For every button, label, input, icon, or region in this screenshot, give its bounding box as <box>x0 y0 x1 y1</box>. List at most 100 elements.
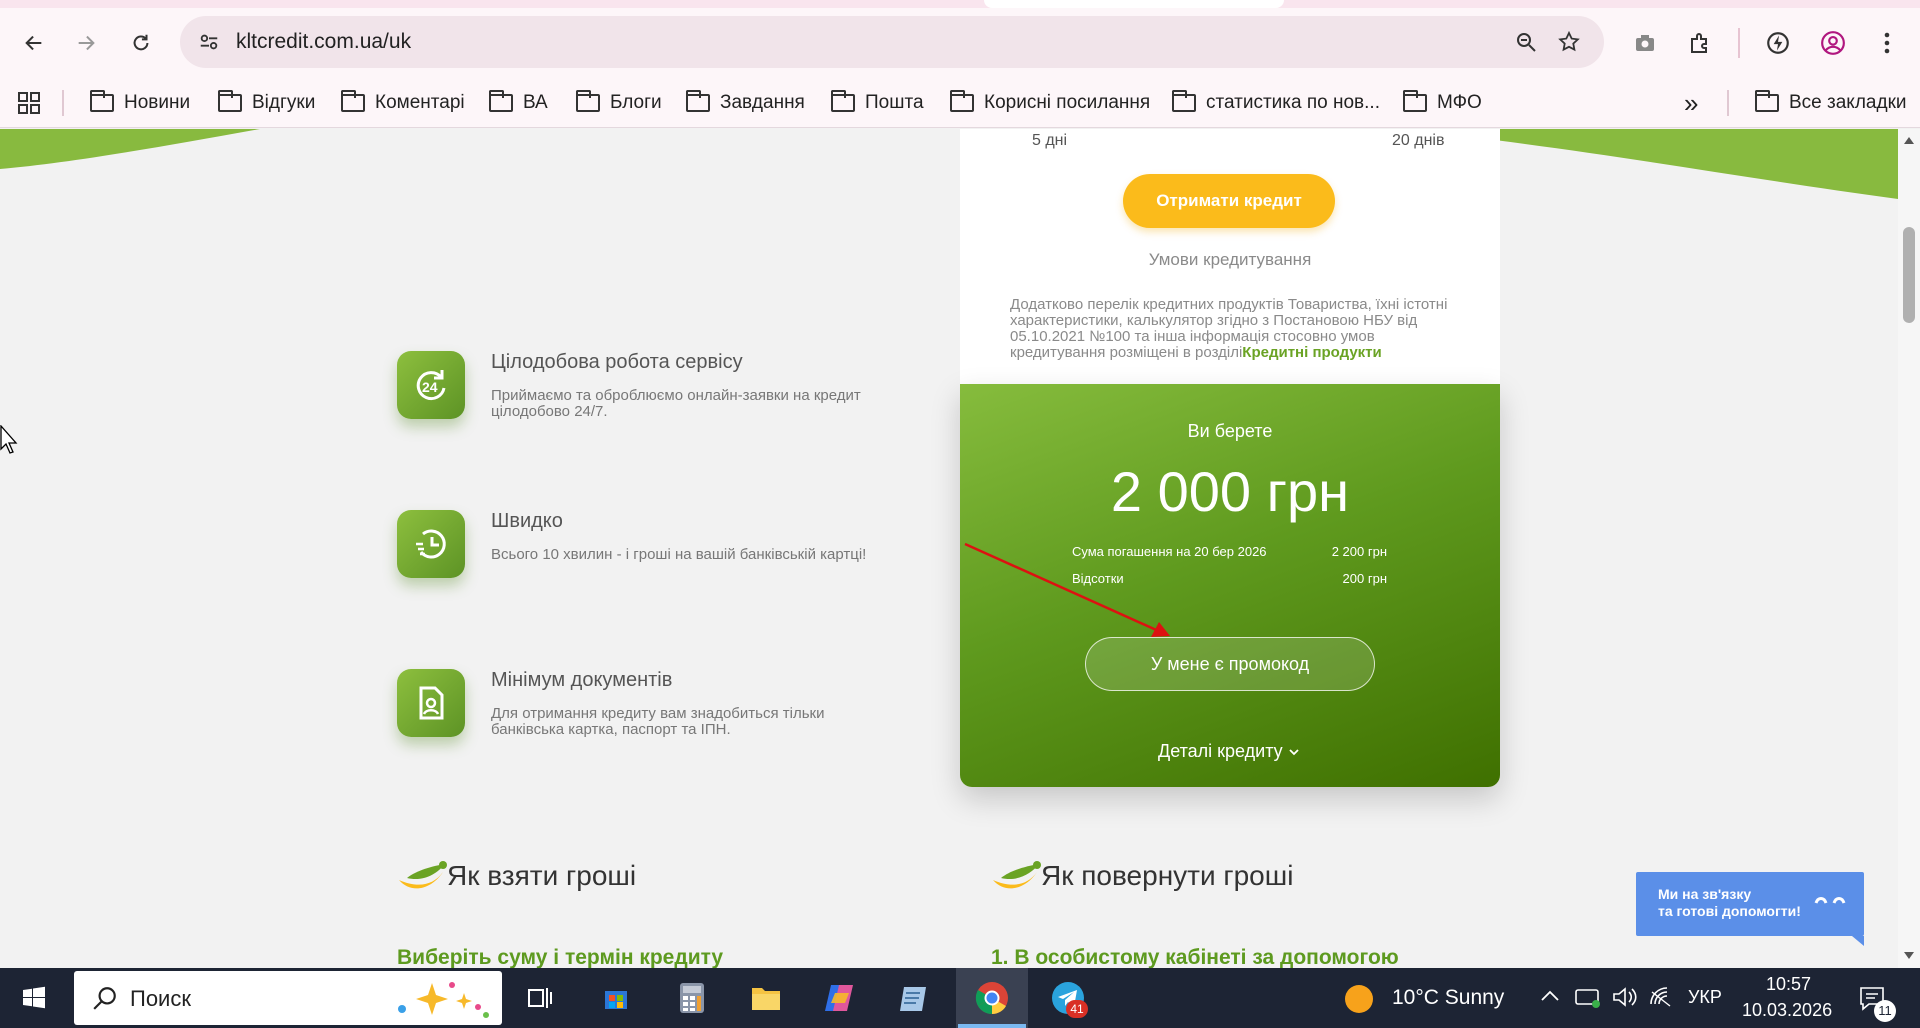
tray-overflow-chevron-icon[interactable] <box>1540 988 1560 1004</box>
wifi-icon[interactable] <box>1648 986 1674 1008</box>
store-icon <box>605 991 627 1009</box>
windows-logo-icon <box>23 986 45 1009</box>
bookmark-folder[interactable]: Блоги <box>576 84 662 122</box>
promo-code-button[interactable]: У мене є промокод <box>1085 637 1375 691</box>
extensions-icon[interactable] <box>1685 28 1715 58</box>
bookmarks-divider <box>62 90 64 116</box>
mouse-cursor-icon <box>0 425 18 454</box>
chat-line-2: та готові допомогти! <box>1658 903 1801 919</box>
folder-icon <box>752 988 780 1010</box>
bookmark-label: статистика по нов... <box>1206 92 1380 113</box>
bookmarks-overflow-button[interactable]: » <box>1684 84 1698 122</box>
camera-icon[interactable] <box>1630 28 1660 58</box>
all-bookmarks-label: Все закладки <box>1789 92 1907 113</box>
bookmark-folder[interactable]: МФО <box>1403 84 1482 122</box>
bookmark-folder[interactable]: Новини <box>90 84 190 122</box>
search-placeholder: Поиск <box>130 986 191 1011</box>
url-text[interactable]: kltcredit.com.ua/uk <box>236 30 411 54</box>
bookmark-folder[interactable]: статистика по нов... <box>1172 84 1380 122</box>
copilot-button[interactable] <box>816 974 864 1022</box>
start-button[interactable] <box>10 974 58 1022</box>
page-scrollbar[interactable] <box>1898 129 1920 968</box>
reload-button[interactable] <box>121 23 161 63</box>
back-button[interactable] <box>14 23 54 63</box>
scrollbar-thumb[interactable] <box>1903 227 1915 323</box>
site-settings-icon[interactable] <box>196 29 222 55</box>
clock-date[interactable]: 10.03.2026 <box>1742 1000 1832 1021</box>
folder-icon <box>686 90 710 112</box>
bookmark-folder[interactable]: Пошта <box>831 84 924 122</box>
windows-taskbar: Поиск 41 10°C Sunny УКР 10:57 10.03.2026 <box>0 968 1920 1028</box>
scroll-down-icon[interactable] <box>1903 951 1915 961</box>
notifications-count: 11 <box>1874 1000 1896 1022</box>
bookmark-folder[interactable]: Корисні посилання <box>950 84 1150 122</box>
telegram-taskbar-button[interactable]: 41 <box>1044 974 1092 1022</box>
how-to-take-step: Виберіть суму і термін кредиту <box>397 946 724 968</box>
credit-products-link[interactable]: Кредитні продукти <box>1242 344 1381 361</box>
bookmark-folder[interactable]: Коментарі <box>341 84 465 122</box>
folder-icon <box>576 90 600 112</box>
address-bar[interactable]: kltcredit.com.ua/uk <box>180 16 1604 68</box>
bookmark-label: Відгуки <box>252 92 316 113</box>
loan-amount: 2 000 грн <box>1110 460 1350 523</box>
active-tab[interactable] <box>984 0 1284 8</box>
folder-icon <box>341 90 365 112</box>
taskbar-search-box[interactable]: Поиск <box>74 971 502 1025</box>
profile-avatar-icon[interactable] <box>1818 28 1848 58</box>
volume-icon[interactable] <box>1612 986 1638 1008</box>
performance-icon[interactable] <box>1763 28 1793 58</box>
clock-time[interactable]: 10:57 <box>1766 974 1811 995</box>
how-to-take-title: Як взяти гроші <box>447 860 637 891</box>
leaf-logo-icon <box>399 861 447 889</box>
terms-link[interactable]: Умови кредитування <box>960 250 1500 270</box>
feature-description: Всього 10 хвилин - і гроші на вашій банк… <box>491 546 867 563</box>
search-icon <box>93 987 116 1010</box>
calculator-app-button[interactable] <box>668 974 716 1022</box>
bookmarks-bar: Новини Відгуки Коментарі ВА Блоги Завдан… <box>0 78 1920 128</box>
folder-icon <box>218 90 242 112</box>
feature-description: Приймаємо та оброблюємо онлайн-заявки на… <box>491 387 861 420</box>
calculator-icon <box>680 983 704 1013</box>
bookmarks-divider <box>1727 90 1729 116</box>
interest-value: 200 грн <box>1342 571 1387 586</box>
chrome-taskbar-button[interactable] <box>968 974 1016 1022</box>
task-view-icon <box>528 988 552 1008</box>
zoom-icon[interactable] <box>1512 28 1540 56</box>
telegram-badge: 41 <box>1066 1000 1088 1018</box>
how-to-return-step: 1. В особистому кабінеті за допомогою <box>991 946 1399 968</box>
feature-clock-icon <box>397 510 465 578</box>
folder-icon <box>1403 90 1427 112</box>
annotation-arrow <box>964 542 1170 637</box>
microsoft-store-button[interactable] <box>592 974 640 1022</box>
apps-grid-icon[interactable] <box>16 90 42 116</box>
chevron-down-icon <box>1289 748 1299 755</box>
language-indicator[interactable]: УКР <box>1688 987 1722 1008</box>
menu-kebab-icon[interactable] <box>1872 28 1902 58</box>
get-credit-button[interactable]: Отримати кредит <box>1123 174 1335 228</box>
network-battery-icon[interactable] <box>1574 986 1602 1008</box>
reload-icon <box>133 34 149 51</box>
all-bookmarks-button[interactable]: Все закладки <box>1755 84 1907 122</box>
support-chat-widget[interactable]: Ми на зв'язку та готові допомогти! <box>1636 872 1864 946</box>
notepad-app-button[interactable] <box>890 974 938 1022</box>
search-highlight-sparkles-icon <box>398 982 489 1018</box>
forward-arrow-icon <box>78 35 95 51</box>
scroll-up-icon[interactable] <box>1903 135 1915 145</box>
svg-text:24: 24 <box>422 379 438 395</box>
forward-button[interactable] <box>66 23 106 63</box>
chat-tail <box>1852 936 1864 946</box>
folder-icon <box>1172 90 1196 112</box>
feature-document-icon <box>397 669 465 737</box>
bookmark-folder[interactable]: ВА <box>489 84 548 122</box>
bookmark-folder[interactable]: Завдання <box>686 84 805 122</box>
credit-details-toggle[interactable]: Деталі кредиту <box>1158 741 1299 762</box>
file-explorer-button[interactable] <box>742 974 790 1022</box>
disclaimer-body: Додатково перелік кредитних продуктів То… <box>1010 296 1448 361</box>
bookmark-folder[interactable]: Відгуки <box>218 84 315 122</box>
toolbar-divider <box>1738 28 1740 58</box>
weather-text[interactable]: 10°C Sunny <box>1392 986 1504 1010</box>
bookmark-star-icon[interactable] <box>1555 28 1583 56</box>
task-view-button[interactable] <box>516 974 564 1022</box>
chat-eyes-icon <box>1814 897 1846 904</box>
feature-24h-icon: 24 <box>397 351 465 419</box>
